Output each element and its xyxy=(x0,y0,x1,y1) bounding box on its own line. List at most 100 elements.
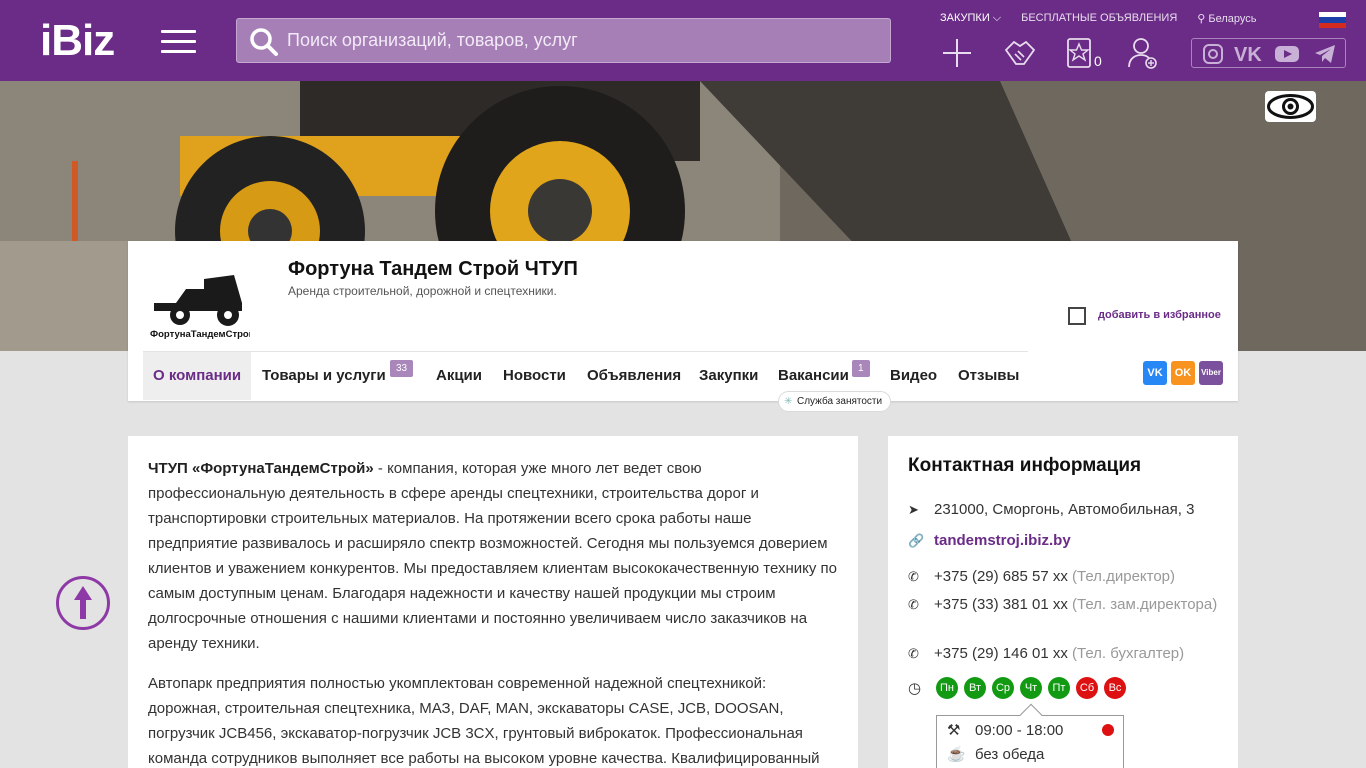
top-header: iBiz ЗАКУПКИ ⌵ БЕСПЛАТНЫЕ ОБЪЯВЛЕНИЯ ⚲ Б… xyxy=(0,0,1366,81)
region-link[interactable]: ⚲ Беларусь xyxy=(1197,12,1256,25)
phone-number[interactable]: +375 (29) 685 57 xx xyxy=(934,568,1068,585)
share-viber-label: Viber xyxy=(1201,368,1221,377)
tab-reviews[interactable]: Отзывы xyxy=(958,352,1019,400)
search-bar xyxy=(236,18,891,63)
add-favorite-link[interactable]: добавить в избранное xyxy=(1098,309,1221,321)
share-ok-label: OK xyxy=(1174,367,1192,379)
about-paragraph-1: ЧТУП «ФортунаТандемСтрой» - компания, ко… xyxy=(148,456,838,656)
search-input[interactable] xyxy=(287,19,877,62)
arrow-up-icon xyxy=(74,586,92,619)
lunch-text: без обеда xyxy=(975,746,1045,763)
phone-note: (Тел. бухгалтер) xyxy=(1072,645,1185,662)
products-count-badge: 33 xyxy=(390,360,414,377)
flag-icon[interactable] xyxy=(1319,12,1346,28)
handshake-icon[interactable] xyxy=(1003,36,1037,70)
tab-video[interactable]: Видео xyxy=(890,352,937,400)
tab-vacancies-label: Вакансии xyxy=(778,367,849,384)
about-paragraph-2: Автопарк предприятия полностью укомплект… xyxy=(148,675,820,767)
clock-icon: ◷ xyxy=(908,680,922,697)
phone-number[interactable]: +375 (33) 381 01 xx xyxy=(934,596,1068,613)
navigation-arrow-icon: ➤ xyxy=(908,502,919,517)
employment-service-label: Служба занятости xyxy=(797,396,883,407)
work-hours: 09:00 - 18:00 xyxy=(975,722,1064,739)
menu-icon[interactable] xyxy=(161,30,196,54)
tab-news[interactable]: Новости xyxy=(503,352,566,400)
phone-note: (Тел. зам.директора) xyxy=(1072,596,1218,613)
work-hours-popup: ⚒ 09:00 - 18:00 ☕ без обеда xyxy=(936,703,1124,768)
sparkle-icon: ✳ xyxy=(784,396,793,407)
phone-row: ✆ +375 (29) 685 57 xx (Тел.директор) xyxy=(908,565,1228,588)
share-vk-label: VK xyxy=(1147,367,1163,379)
tab-purchases-label: Закупки xyxy=(699,367,759,384)
purchases-link[interactable]: ЗАКУПКИ ⌵ xyxy=(940,12,1001,25)
telegram-icon[interactable] xyxy=(1314,43,1336,65)
company-logo-text: ФортунаТандемСтрой xyxy=(150,329,250,339)
company-card: ФортунаТандемСтрой Фортуна Тандем Строй … xyxy=(128,241,1238,401)
address-text: 231000, Сморгонь, Автомобильная, 3 xyxy=(934,501,1195,518)
tab-ads-label: Объявления xyxy=(587,367,682,384)
contacts-title: Контактная информация xyxy=(908,455,1142,476)
tab-ads[interactable]: Объявления xyxy=(587,352,681,400)
site-logo[interactable]: iBiz xyxy=(40,16,115,66)
favorites-count: 0 xyxy=(1094,53,1102,69)
hours-row: ⚒ 09:00 - 18:00 xyxy=(947,721,1063,739)
phone-note: (Тел.директор) xyxy=(1072,568,1176,585)
plus-icon[interactable] xyxy=(940,36,974,70)
about-section: ЧТУП «ФортунаТандемСтрой» - компания, ко… xyxy=(128,436,858,768)
website-row: 🔗 tandemstroj.ibiz.by xyxy=(908,529,1228,552)
tab-reviews-label: Отзывы xyxy=(958,367,1020,384)
lunch-row: ☕ без обеда xyxy=(947,745,1044,763)
day-tuesday[interactable]: Вт xyxy=(964,677,986,699)
phone-icon: ✆ xyxy=(908,569,919,584)
link-icon: 🔗 xyxy=(908,533,925,548)
youtube-icon[interactable] xyxy=(1274,43,1300,65)
day-thursday[interactable]: Чт xyxy=(1020,677,1042,699)
phone-number[interactable]: +375 (29) 146 01 xx xyxy=(934,645,1068,662)
about-company-name: ЧТУП «ФортунаТандемСтрой» xyxy=(148,460,374,477)
share-ok-button[interactable]: OK xyxy=(1171,361,1195,385)
region-label: Беларусь xyxy=(1208,13,1257,25)
tools-icon: ⚒ xyxy=(947,722,961,739)
employment-service-tag[interactable]: ✳ Служба занятости xyxy=(778,391,892,412)
search-icon[interactable] xyxy=(249,27,279,57)
tab-products[interactable]: Товары и услуги xyxy=(262,352,386,400)
location-icon: ⚲ xyxy=(1197,13,1209,25)
about-text-1: - компания, которая уже много лет ведет … xyxy=(148,460,837,652)
day-sunday[interactable]: Вс xyxy=(1104,677,1126,699)
tab-video-label: Видео xyxy=(890,367,938,384)
vk-icon[interactable]: VK xyxy=(1234,43,1264,65)
star-icon[interactable] xyxy=(1064,36,1098,70)
favorite-checkbox[interactable] xyxy=(1068,307,1086,325)
tab-promotions[interactable]: Акции xyxy=(436,352,482,400)
day-monday[interactable]: Пн xyxy=(936,677,958,699)
social-links: VK xyxy=(1191,38,1346,68)
work-days: Пн Вт Ср Чт Пт Сб Вс xyxy=(936,677,1126,699)
address-row: ➤ 231000, Сморгонь, Автомобильная, 3 xyxy=(908,498,1228,521)
closed-status-dot xyxy=(1102,724,1114,736)
company-description: Аренда строительной, дорожной и спецтехн… xyxy=(288,284,557,298)
scroll-top-button[interactable] xyxy=(56,576,110,630)
phone-icon: ✆ xyxy=(908,597,919,612)
tab-about[interactable]: О компании xyxy=(143,352,252,400)
day-saturday[interactable]: Сб xyxy=(1076,677,1098,699)
vacancies-count-badge: 1 xyxy=(852,360,870,377)
day-friday[interactable]: Пт xyxy=(1048,677,1070,699)
share-vk-button[interactable]: VK xyxy=(1143,361,1167,385)
phone-row: ✆ +375 (29) 146 01 xx (Тел. бухгалтер) xyxy=(908,642,1228,665)
tab-promotions-label: Акции xyxy=(436,367,483,384)
day-wednesday[interactable]: Ср xyxy=(992,677,1014,699)
tab-purchases[interactable]: Закупки xyxy=(699,352,758,400)
share-viber-button[interactable]: Viber xyxy=(1199,361,1223,385)
contacts-panel: Контактная информация ➤ 231000, Сморгонь,… xyxy=(888,436,1238,768)
user-add-icon[interactable] xyxy=(1126,36,1160,70)
company-name: Фортуна Тандем Строй ЧТУП xyxy=(288,258,578,280)
website-link[interactable]: tandemstroj.ibiz.by xyxy=(934,532,1071,549)
tab-news-label: Новости xyxy=(503,367,566,384)
instagram-icon[interactable] xyxy=(1202,43,1224,65)
coffee-icon: ☕ xyxy=(947,746,966,763)
tab-about-label: О компании xyxy=(153,367,242,384)
top-links: ЗАКУПКИ ⌵ БЕСПЛАТНЫЕ ОБЪЯВЛЕНИЯ ⚲ Белару… xyxy=(940,12,1257,25)
company-logo: ФортунаТандемСтрой xyxy=(146,259,255,340)
eye-icon[interactable] xyxy=(1265,91,1316,122)
free-ads-link[interactable]: БЕСПЛАТНЫЕ ОБЪЯВЛЕНИЯ xyxy=(1021,12,1177,25)
